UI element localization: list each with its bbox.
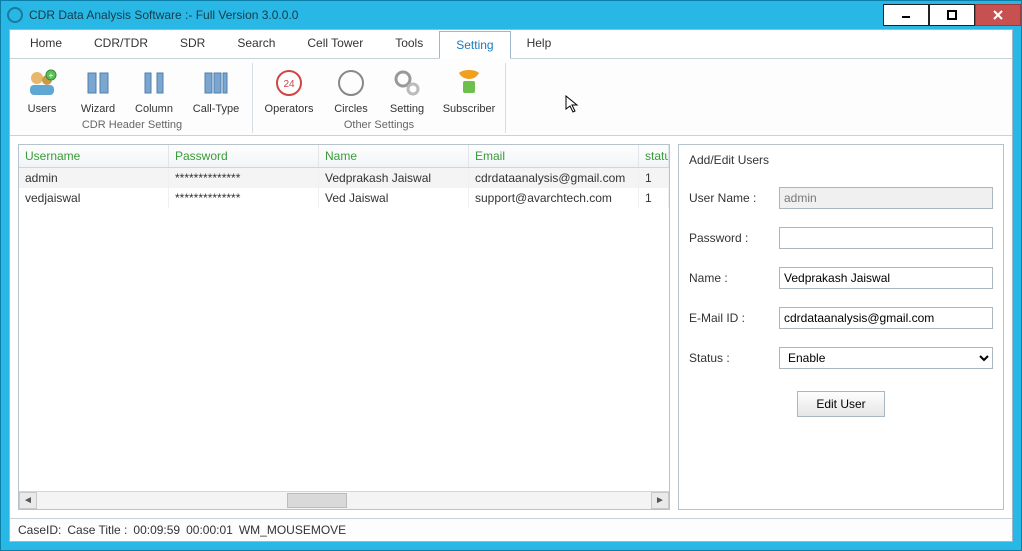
minimize-button[interactable] <box>883 4 929 26</box>
status-time2: 00:00:01 <box>186 523 233 537</box>
ribbon-group-other: 24 Operators Circles Setting Subscriber <box>253 63 506 133</box>
app-icon <box>7 7 23 23</box>
col-password[interactable]: Password <box>169 145 319 167</box>
cell-password: ************** <box>169 168 319 188</box>
status-event: WM_MOUSEMOVE <box>239 523 346 537</box>
ribbon-operators[interactable]: 24 Operators <box>255 63 323 117</box>
menu-home[interactable]: Home <box>14 30 78 58</box>
users-icon: + <box>26 67 58 99</box>
cell-email: cdrdataanalysis@gmail.com <box>469 168 639 188</box>
cell-name: Ved Jaiswal <box>319 188 469 208</box>
scroll-right-icon[interactable]: ► <box>651 492 669 509</box>
window-title: CDR Data Analysis Software :- Full Versi… <box>29 8 298 22</box>
status-time1: 00:09:59 <box>133 523 180 537</box>
col-name[interactable]: Name <box>319 145 469 167</box>
wizard-icon <box>82 67 114 99</box>
edit-user-button[interactable]: Edit User <box>797 391 884 417</box>
ribbon-wizard[interactable]: Wizard <box>70 63 126 117</box>
ribbon-operators-label: Operators <box>265 103 314 115</box>
scroll-left-icon[interactable]: ◄ <box>19 492 37 509</box>
circles-icon <box>335 67 367 99</box>
cell-status: 1 <box>639 188 669 208</box>
label-username: User Name : <box>689 191 779 205</box>
cell-status: 1 <box>639 168 669 188</box>
titlebar[interactable]: CDR Data Analysis Software :- Full Versi… <box>1 1 1021 29</box>
ribbon: + Users Wizard Column Call-Type <box>10 59 1012 136</box>
status-caseid-label: CaseID: <box>18 523 61 537</box>
col-status[interactable]: status <box>639 145 669 167</box>
close-button[interactable] <box>975 4 1021 26</box>
cell-username: vedjaiswal <box>19 188 169 208</box>
column-icon <box>138 67 170 99</box>
col-email[interactable]: Email <box>469 145 639 167</box>
menu-help[interactable]: Help <box>511 30 568 58</box>
ribbon-group-cdrheader: + Users Wizard Column Call-Type <box>12 63 253 133</box>
menu-search[interactable]: Search <box>221 30 291 58</box>
ribbon-column-label: Column <box>135 103 173 115</box>
ribbon-calltype[interactable]: Call-Type <box>182 63 250 117</box>
ribbon-users-label: Users <box>28 103 57 115</box>
username-field[interactable] <box>779 187 993 209</box>
email-field[interactable] <box>779 307 993 329</box>
ribbon-group-label-1: Other Settings <box>344 117 414 131</box>
cell-name: Vedprakash Jaiswal <box>319 168 469 188</box>
ribbon-group-empty <box>506 63 1010 133</box>
label-status: Status : <box>689 351 779 365</box>
status-casetitle-label: Case Title : <box>67 523 127 537</box>
menu-sdr[interactable]: SDR <box>164 30 221 58</box>
ribbon-setting[interactable]: Setting <box>379 63 435 117</box>
svg-text:24: 24 <box>283 79 295 90</box>
scroll-track[interactable] <box>37 492 651 509</box>
svg-text:+: + <box>49 71 54 80</box>
ribbon-column[interactable]: Column <box>126 63 182 117</box>
label-name: Name : <box>689 271 779 285</box>
operators-icon: 24 <box>273 67 305 99</box>
table-row[interactable]: admin ************** Vedprakash Jaiswal … <box>19 168 669 188</box>
menubar: Home CDR/TDR SDR Search Cell Tower Tools… <box>10 30 1012 59</box>
status-select[interactable]: Enable Disable <box>779 347 993 369</box>
label-email: E-Mail ID : <box>689 311 779 325</box>
col-username[interactable]: Username <box>19 145 169 167</box>
menu-cdrtdr[interactable]: CDR/TDR <box>78 30 164 58</box>
horizontal-scrollbar[interactable]: ◄ ► <box>19 491 669 509</box>
user-grid: Username Password Name Email status admi… <box>18 144 670 510</box>
label-password: Password : <box>689 231 779 245</box>
ribbon-users[interactable]: + Users <box>14 63 70 117</box>
scroll-thumb[interactable] <box>287 493 347 508</box>
ribbon-subscriber-label: Subscriber <box>443 103 496 115</box>
form-title: Add/Edit Users <box>689 153 993 187</box>
ribbon-group-label-0: CDR Header Setting <box>82 117 182 131</box>
setting-icon <box>391 67 423 99</box>
menu-tools[interactable]: Tools <box>379 30 439 58</box>
ribbon-circles[interactable]: Circles <box>323 63 379 117</box>
name-field[interactable] <box>779 267 993 289</box>
calltype-icon <box>200 67 232 99</box>
add-edit-user-form: Add/Edit Users User Name : Password : Na… <box>678 144 1004 510</box>
statusbar: CaseID: Case Title : 00:09:59 00:00:01 W… <box>10 518 1012 541</box>
table-row[interactable]: vedjaiswal ************** Ved Jaiswal su… <box>19 188 669 208</box>
ribbon-circles-label: Circles <box>334 103 368 115</box>
ribbon-subscriber[interactable]: Subscriber <box>435 63 503 117</box>
menu-celltower[interactable]: Cell Tower <box>291 30 379 58</box>
password-field[interactable] <box>779 227 993 249</box>
cell-username: admin <box>19 168 169 188</box>
maximize-button[interactable] <box>929 4 975 26</box>
cell-email: support@avarchtech.com <box>469 188 639 208</box>
subscriber-icon <box>453 67 485 99</box>
cell-password: ************** <box>169 188 319 208</box>
ribbon-wizard-label: Wizard <box>81 103 115 115</box>
menu-setting[interactable]: Setting <box>439 31 510 59</box>
ribbon-setting-label: Setting <box>390 103 424 115</box>
ribbon-calltype-label: Call-Type <box>193 103 239 115</box>
